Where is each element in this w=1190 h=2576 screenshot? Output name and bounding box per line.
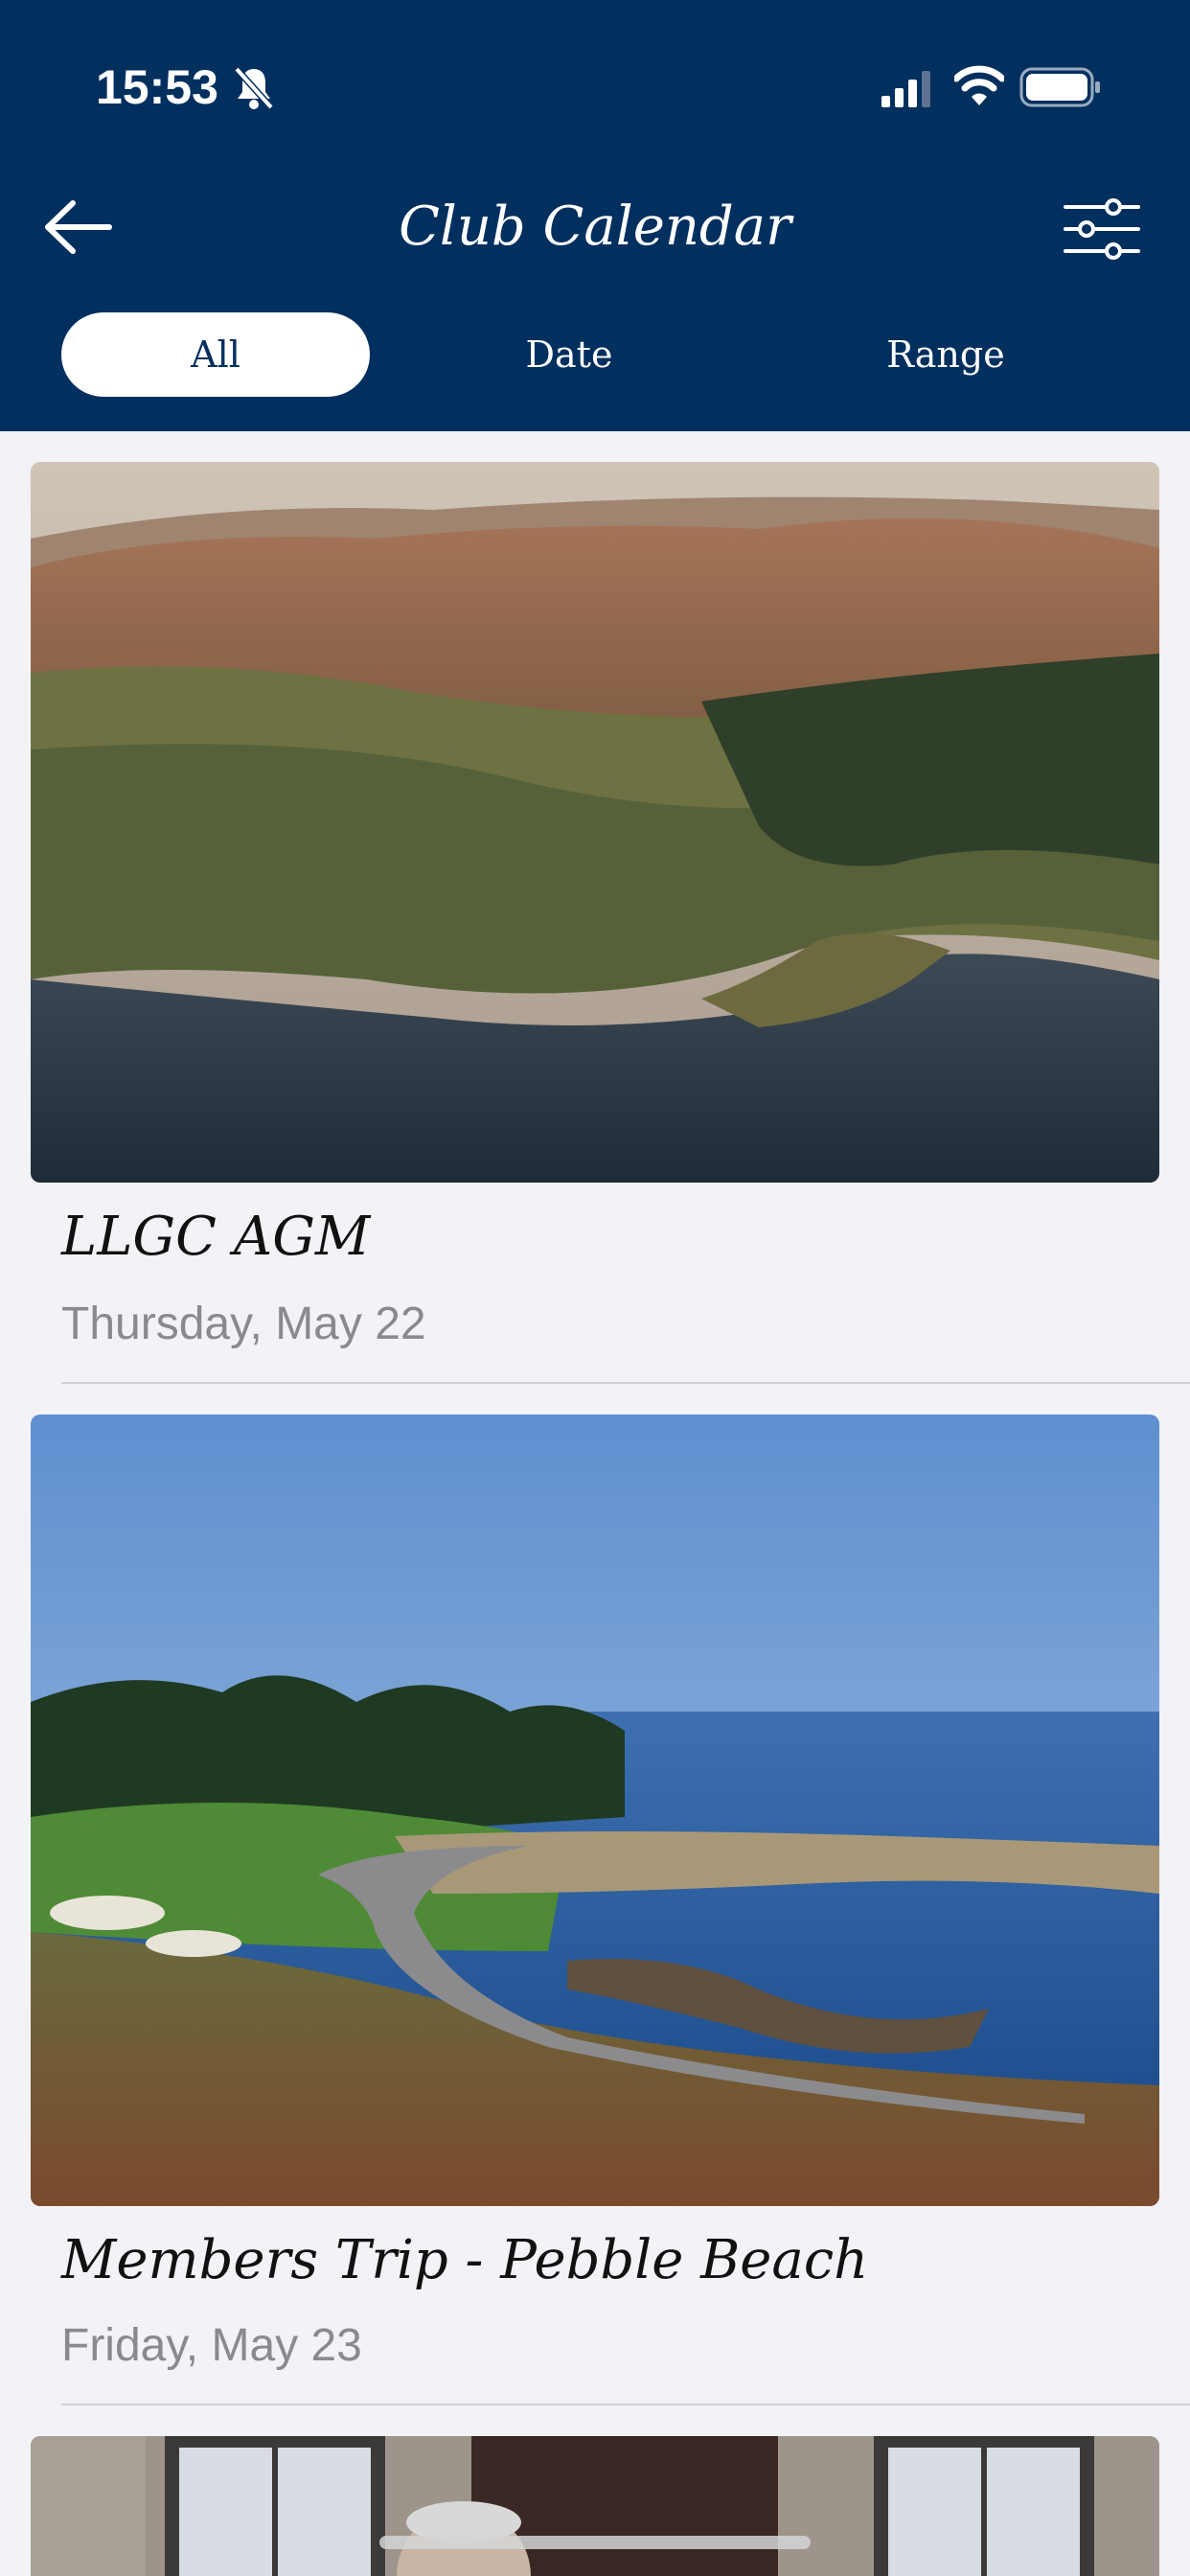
- bell-slash-icon: [234, 66, 274, 110]
- segment-date[interactable]: Date: [412, 312, 726, 397]
- event-image-1[interactable]: [31, 462, 1159, 1183]
- event-title-1[interactable]: LLGC AGM: [61, 1206, 370, 1268]
- header-bar: 15:53 Club Calendar All Date Range: [0, 0, 1190, 431]
- filter-sliders-icon[interactable]: [1062, 197, 1142, 261]
- segment-all[interactable]: All: [61, 312, 370, 397]
- status-time: 15:53: [96, 60, 218, 114]
- page-title: Club Calendar: [399, 196, 791, 258]
- event-date-2: Friday, May 23: [61, 2320, 362, 2371]
- home-indicator: [379, 2536, 811, 2549]
- segment-range[interactable]: Range: [788, 312, 1104, 397]
- wifi-icon: [954, 65, 1004, 105]
- event-date-1: Thursday, May 22: [61, 1299, 426, 1349]
- signal-icon: [881, 71, 930, 107]
- divider: [61, 1382, 1190, 1384]
- divider: [61, 2404, 1190, 2405]
- battery-icon: [1019, 67, 1100, 107]
- event-image-2[interactable]: [31, 1414, 1159, 2206]
- event-image-3[interactable]: [31, 2436, 1159, 2576]
- event-title-2[interactable]: Members Trip - Pebble Beach: [61, 2229, 868, 2291]
